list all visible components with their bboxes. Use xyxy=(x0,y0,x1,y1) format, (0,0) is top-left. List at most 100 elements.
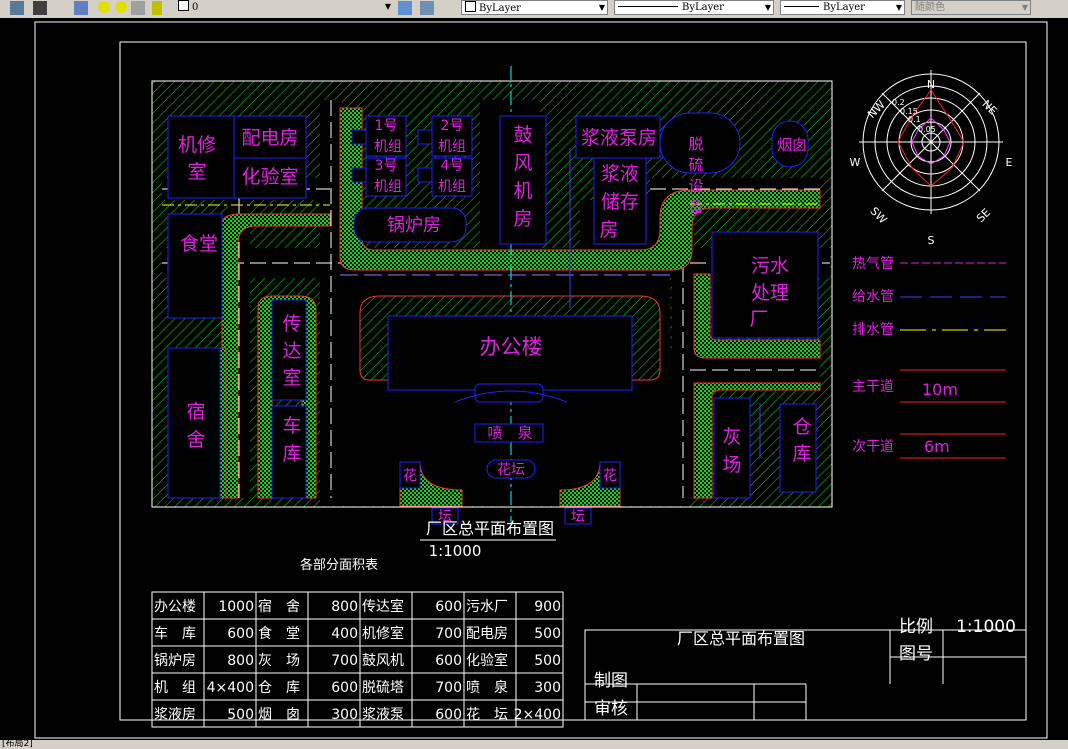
label-tuoliu-3: 设 xyxy=(688,177,703,195)
color-combo-value: ByLayer xyxy=(479,3,521,14)
legend-drain-label: 排水管 xyxy=(852,322,894,338)
plotstyle-combo: 随颜色 ▼ xyxy=(911,0,1031,15)
chevron-down-icon: ▼ xyxy=(1021,3,1028,12)
area-table-name: 宿 舍 xyxy=(258,598,300,615)
title-block-scale-value: 1:1000 xyxy=(956,617,1016,637)
linetype-combo[interactable]: ByLayer ▼ xyxy=(614,0,774,15)
area-table-name: 机 组 xyxy=(154,680,196,696)
lineweight-combo[interactable]: ByLayer ▼ xyxy=(780,0,905,15)
sun-icon[interactable] xyxy=(115,1,127,13)
chevron-down-icon[interactable]: ▼ xyxy=(896,1,902,14)
status-bar: [布局2] xyxy=(0,740,1068,749)
label-jizu2-1: 2号 xyxy=(441,118,464,134)
label-tuoliu-1: 脱 xyxy=(688,135,703,153)
area-table-name: 灰 场 xyxy=(258,653,300,669)
area-table-value: 400 xyxy=(331,626,358,642)
drawing-svg[interactable]: 机修 室 配电房 化验室 食堂 宿 舍 传 达 室 车 库 1号 机组 2号 机… xyxy=(0,18,1068,740)
area-table-value: 600 xyxy=(227,626,254,642)
area-table-name: 传达室 xyxy=(362,598,404,615)
legend-water-label: 给水管 xyxy=(852,289,894,305)
compass-w: W xyxy=(850,156,861,169)
label-jixiu-1: 机修 xyxy=(178,134,216,156)
label-jizu3-1: 3号 xyxy=(375,158,398,174)
area-table-name: 化验室 xyxy=(466,652,508,669)
label-hua-left: 花 xyxy=(403,468,417,484)
layout-tab[interactable]: [布局2] xyxy=(2,740,33,749)
freeze-icon[interactable] xyxy=(131,1,145,15)
legend-main-road-label: 主干道 xyxy=(852,379,894,395)
lineweight-sample xyxy=(784,6,819,7)
legend-main-road-width: 10m xyxy=(922,380,958,399)
label-huatan: 花坛 xyxy=(497,462,525,478)
bldg-jixiu xyxy=(167,115,235,199)
plan-scale: 1:1000 xyxy=(429,542,482,560)
area-table-value: 700 xyxy=(331,653,358,669)
area-table-name: 脱硫塔 xyxy=(362,680,404,696)
bldg-huichang xyxy=(713,397,751,499)
compass-ring-2: 0.1 xyxy=(908,115,921,124)
compass-se: SE xyxy=(974,206,993,225)
legend-hot-label: 热气管 xyxy=(852,256,894,272)
label-jiangye-chu-3: 房 xyxy=(599,219,618,241)
label-jizu2-2: 机组 xyxy=(438,139,466,155)
area-table-value: 700 xyxy=(435,626,462,642)
chevron-down-icon[interactable]: ▼ xyxy=(765,1,771,14)
area-table-name: 鼓风机 xyxy=(362,653,404,669)
compass-ne: NE xyxy=(980,98,1000,118)
make-current-icon[interactable] xyxy=(398,1,412,15)
chevron-down-icon[interactable]: ▼ xyxy=(599,1,605,14)
compass-nw: NW xyxy=(865,98,888,121)
plan-title: 厂区总平面布置图 xyxy=(426,519,554,538)
label-penquan: 喷 泉 xyxy=(487,424,532,442)
layer-combo-value: 0 xyxy=(192,2,199,13)
layer-manager-icon[interactable] xyxy=(10,1,24,15)
layer-states-icon[interactable] xyxy=(74,1,88,15)
area-table: 各部分面积表 办公楼 1000 宿 舍 800 传达室 600 污水厂 900车 库 600 食 … xyxy=(151,557,564,728)
area-table-value: 300 xyxy=(331,707,358,723)
layer-previous-icon[interactable] xyxy=(33,1,47,15)
bldg-jizu1-aux xyxy=(351,129,367,145)
color-combo[interactable]: ByLayer ▼ xyxy=(461,0,608,15)
area-table-value: 500 xyxy=(534,626,561,642)
area-table-value: 2×400 xyxy=(514,707,561,723)
label-huichang-2: 场 xyxy=(722,454,741,476)
label-tuoliu-4: 备 xyxy=(688,198,703,216)
compass-n: N xyxy=(927,78,935,91)
label-gufeng-4: 房 xyxy=(513,208,532,230)
layer-combo[interactable]: 0 ▼ xyxy=(150,0,393,15)
label-jixiu-2: 室 xyxy=(187,161,206,183)
compass-rose: N S E W NE NW SE SW 0.2 0.15 0.1 0.05 xyxy=(850,70,1013,247)
linetype-sample xyxy=(618,6,678,7)
chevron-down-icon[interactable]: ▼ xyxy=(385,0,391,14)
area-table-name: 食 堂 xyxy=(258,625,300,642)
properties-toolbar: 0 ▼ ByLayer ▼ ByLayer ▼ ByLayer ▼ 随颜色 ▼ xyxy=(0,0,1068,19)
color-swatch xyxy=(465,1,476,12)
label-sushe-1: 宿 xyxy=(186,401,205,423)
title-block-drawing-no-label: 图号 xyxy=(899,644,933,664)
bldg-shitang xyxy=(167,213,223,319)
label-tan-right: 坛 xyxy=(571,509,585,525)
label-gufeng-3: 机 xyxy=(513,180,532,202)
plotstyle-combo-value: 随颜色 xyxy=(915,2,945,13)
bldg-sushe xyxy=(167,347,221,499)
title-block-checked-by-label: 审核 xyxy=(594,699,628,719)
area-table-value: 4×400 xyxy=(207,680,254,696)
area-table-value: 500 xyxy=(534,653,561,669)
label-wushui-1: 污水 xyxy=(751,255,789,277)
layer-match-icon[interactable] xyxy=(420,1,434,15)
label-chuanda-2: 达 xyxy=(282,340,301,362)
area-table-name: 配电房 xyxy=(466,626,508,642)
label-jizu1-1: 1号 xyxy=(375,118,398,134)
area-table-value: 600 xyxy=(435,599,462,615)
area-table-value: 1000 xyxy=(218,599,254,615)
area-table-value: 600 xyxy=(331,680,358,696)
label-guolu: 锅炉房 xyxy=(387,215,441,236)
drawing-canvas[interactable]: 机修 室 配电房 化验室 食堂 宿 舍 传 达 室 车 库 1号 机组 2号 机… xyxy=(0,18,1068,740)
linetype-combo-value: ByLayer xyxy=(682,2,724,13)
area-table-name: 办公楼 xyxy=(154,599,196,615)
label-wushui-3: 厂 xyxy=(749,308,768,330)
label-jizu4-2: 机组 xyxy=(438,179,466,195)
bulb-icon[interactable] xyxy=(98,1,110,13)
label-peidian: 配电房 xyxy=(241,127,298,149)
label-jiangye-chu-2: 储存 xyxy=(601,191,639,213)
